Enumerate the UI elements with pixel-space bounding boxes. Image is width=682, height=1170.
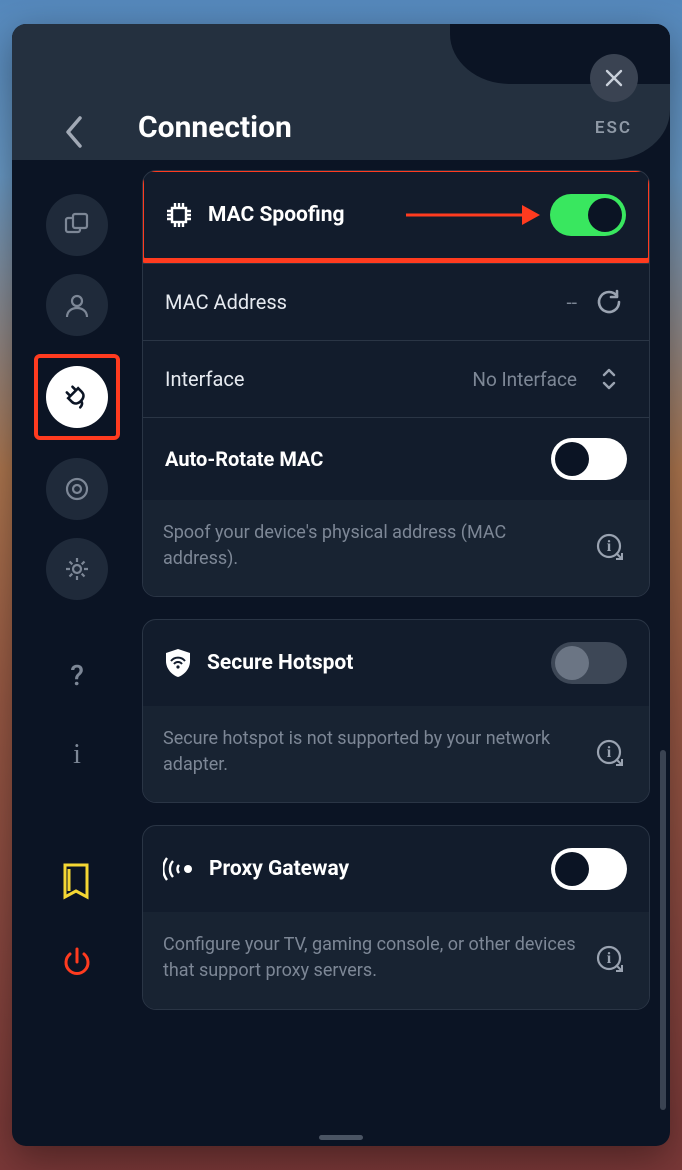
interface-label: Interface — [165, 367, 472, 391]
close-icon — [604, 68, 624, 88]
refresh-icon — [596, 289, 622, 315]
secure-hotspot-info-button[interactable]: i — [591, 734, 627, 770]
sidebar: ? i — [12, 160, 142, 1146]
proxy-gateway-footer: Configure your TV, gaming console, or ot… — [143, 912, 649, 1008]
chip-icon — [164, 200, 194, 230]
content: MAC Spoofing MAC Address -- Interface No… — [142, 160, 670, 1146]
sidebar-item-target[interactable] — [46, 458, 108, 520]
refresh-mac-button[interactable] — [591, 284, 627, 320]
auto-rotate-toggle[interactable] — [551, 438, 627, 480]
mac-spoofing-card: MAC Spoofing MAC Address -- Interface No… — [142, 170, 650, 597]
sidebar-brand[interactable] — [46, 852, 108, 914]
info-link-icon: i — [594, 531, 624, 561]
secure-hotspot-toggle[interactable] — [551, 642, 627, 684]
secure-hotspot-title: Secure Hotspot — [207, 651, 551, 675]
proxy-icon — [163, 855, 195, 883]
auto-rotate-row: Auto-Rotate MAC — [143, 417, 649, 500]
gear-icon — [63, 555, 91, 583]
sidebar-item-connection-highlight — [34, 354, 120, 440]
plug-icon — [62, 382, 92, 412]
target-icon — [63, 475, 91, 503]
shield-wifi-icon — [163, 647, 193, 679]
sidebar-item-info[interactable]: i — [46, 724, 108, 786]
proxy-gateway-footer-text: Configure your TV, gaming console, or ot… — [163, 932, 577, 984]
chevron-left-icon — [64, 114, 86, 150]
svg-text:i: i — [607, 744, 612, 761]
interface-selector[interactable] — [591, 361, 627, 397]
secure-hotspot-header-row: Secure Hotspot — [143, 620, 649, 706]
mac-spoofing-title: MAC Spoofing — [208, 203, 550, 227]
sidebar-item-settings[interactable] — [46, 538, 108, 600]
body: ? i MAC Spoofing — [12, 160, 670, 1146]
mac-spoofing-toggle[interactable] — [550, 194, 626, 236]
sidebar-item-help[interactable]: ? — [46, 644, 108, 706]
back-button[interactable] — [64, 114, 86, 154]
auto-rotate-label: Auto-Rotate MAC — [165, 447, 551, 471]
info-link-icon: i — [594, 737, 624, 767]
esc-label: ESC — [595, 118, 632, 138]
mac-address-row: MAC Address -- — [143, 263, 649, 340]
proxy-gateway-toggle[interactable] — [551, 848, 627, 890]
brand-icon — [59, 863, 95, 903]
mac-address-label: MAC Address — [165, 290, 566, 314]
info-icon: i — [73, 739, 81, 771]
chevron-up-down-icon — [599, 366, 619, 392]
mac-spoofing-info-button[interactable]: i — [591, 528, 627, 564]
mac-spoofing-header-row: MAC Spoofing — [144, 172, 648, 258]
interface-row[interactable]: Interface No Interface — [143, 340, 649, 417]
mac-address-value: -- — [566, 291, 577, 314]
proxy-gateway-header-row: Proxy Gateway — [143, 826, 649, 912]
secure-hotspot-footer-text: Secure hotspot is not supported by your … — [163, 726, 577, 778]
resize-handle[interactable] — [319, 1135, 363, 1140]
proxy-gateway-title: Proxy Gateway — [209, 857, 551, 881]
secure-hotspot-card: Secure Hotspot Secure hotspot is not sup… — [142, 619, 650, 803]
sidebar-power[interactable] — [46, 932, 108, 994]
secure-hotspot-footer: Secure hotspot is not supported by your … — [143, 706, 649, 802]
help-icon: ? — [70, 659, 84, 692]
proxy-gateway-card: Proxy Gateway Configure your TV, gaming … — [142, 825, 650, 1009]
mac-spoofing-highlight: MAC Spoofing — [142, 170, 650, 263]
close-button[interactable] — [590, 54, 638, 102]
mac-spoofing-footer: Spoof your device's physical address (MA… — [143, 500, 649, 596]
mac-spoofing-footer-text: Spoof your device's physical address (MA… — [163, 520, 577, 572]
app-window: ESC Connection — [12, 24, 670, 1146]
proxy-gateway-info-button[interactable]: i — [591, 940, 627, 976]
sidebar-item-connection[interactable] — [46, 366, 108, 428]
scrollbar-thumb[interactable] — [660, 750, 666, 1110]
power-icon — [60, 946, 94, 980]
sidebar-item-dashboard[interactable] — [46, 194, 108, 256]
interface-value: No Interface — [472, 368, 577, 391]
header: ESC Connection — [12, 24, 670, 160]
page-title: Connection — [138, 110, 292, 145]
info-link-icon: i — [594, 943, 624, 973]
svg-text:i: i — [607, 538, 612, 555]
sidebar-item-user[interactable] — [46, 274, 108, 336]
svg-text:i: i — [607, 950, 612, 967]
dashboard-icon — [63, 211, 91, 239]
user-icon — [63, 291, 91, 319]
